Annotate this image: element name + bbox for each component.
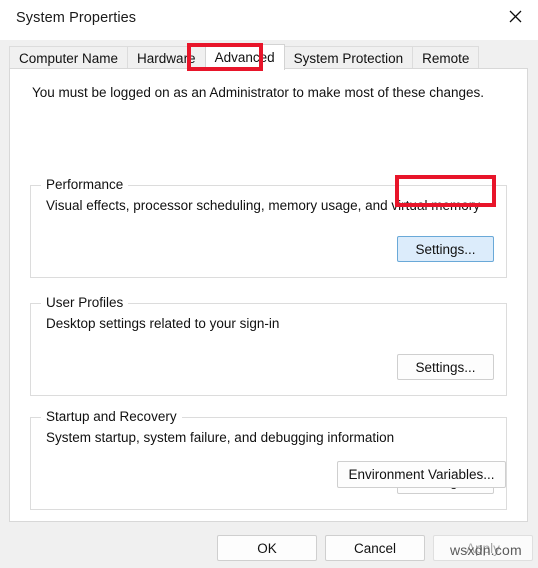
performance-settings-button[interactable]: Settings... [397,236,494,262]
system-properties-dialog: System Properties Computer Name Hardware… [0,0,538,568]
tab-hardware[interactable]: Hardware [127,46,206,70]
tab-computer-name[interactable]: Computer Name [9,46,129,70]
close-icon [509,10,521,23]
close-window-button[interactable] [492,0,538,33]
user-profiles-description: Desktop settings related to your sign-in [46,316,280,331]
user-profiles-group: User Profiles Desktop settings related t… [30,295,507,396]
administrator-note: You must be logged on as an Administrato… [32,85,485,100]
user-profiles-group-label: User Profiles [41,295,129,310]
performance-description: Visual effects, processor scheduling, me… [46,198,480,213]
ok-button[interactable]: OK [217,535,317,561]
tab-advanced[interactable]: Advanced [204,44,285,70]
startup-recovery-description: System startup, system failure, and debu… [46,430,395,445]
performance-group-label: Performance [41,177,129,192]
environment-variables-button[interactable]: Environment Variables... [337,461,506,488]
tab-system-protection[interactable]: System Protection [283,46,414,70]
tab-remote[interactable]: Remote [412,46,480,70]
user-profiles-settings-button[interactable]: Settings... [397,354,494,380]
watermark-text: wsxdn.com [450,542,522,558]
tab-strip: Computer Name Hardware Advanced System P… [0,40,538,70]
cancel-button[interactable]: Cancel [325,535,425,561]
title-bar: System Properties [0,0,538,41]
window-title: System Properties [16,10,137,26]
advanced-tab-panel: You must be logged on as an Administrato… [9,68,528,522]
startup-recovery-group-label: Startup and Recovery [41,409,182,424]
performance-group: Performance Visual effects, processor sc… [30,177,507,278]
